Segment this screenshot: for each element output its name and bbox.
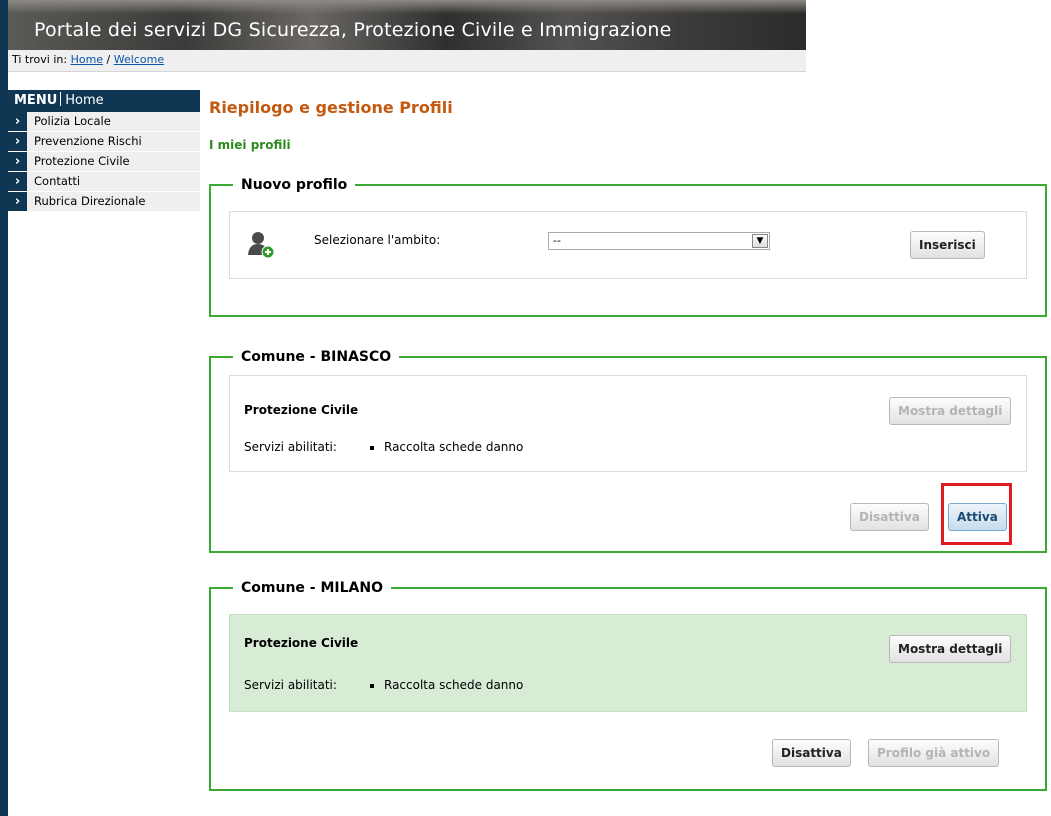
add-user-icon [248,232,275,259]
profile-legend-binasco: Comune - BINASCO [233,348,400,366]
service-list-item: Raccolta schede danno [370,440,523,454]
profile-panel-milano: Protezione Civile Mostra dettagli Serviz… [229,614,1027,712]
scope-select[interactable]: -- ▼ [548,232,770,250]
services-label: Servizi abilitati: [244,678,337,692]
new-profile-panel: Selezionare l'ambito: -- ▼ Inserisci [229,211,1027,279]
sidebar-item-label: Prevenzione Rischi [34,134,142,148]
chevron-right-icon: › [8,152,27,171]
legend-municipality: MILANO [320,580,383,596]
sidebar-item-polizia-locale[interactable]: › Polizia Locale [8,112,200,132]
sidebar-item-rubrica-direzionale[interactable]: › Rubrica Direzionale [8,192,200,212]
show-details-button[interactable]: Mostra dettagli [889,397,1012,425]
show-details-button[interactable]: Mostra dettagli [889,635,1012,663]
deactivate-button[interactable]: Disattiva [850,503,929,531]
sidebar-item-label: Contatti [34,174,81,188]
chevron-right-icon: › [8,192,27,211]
menu-home-link[interactable]: Home [65,93,103,108]
select-scope-label: Selezionare l'ambito: [314,233,441,247]
page-title: Riepilogo e gestione Profili [209,98,453,117]
menu-divider [60,92,62,106]
chevron-right-icon: › [8,112,27,131]
legend-prefix: Comune - [241,349,321,365]
sidebar-item-label: Polizia Locale [34,114,111,128]
legend-prefix: Comune - [241,580,321,596]
menu-header: MENU Home [8,90,200,112]
breadcrumb-prefix: Ti trovi in: [12,53,68,66]
deactivate-button[interactable]: Disattiva [772,739,851,767]
profile-name: Protezione Civile [244,403,359,417]
new-profile-fieldset: Nuovo profilo Selezionare l'ambito: -- ▼… [209,176,1047,317]
sidebar-item-label: Rubrica Direzionale [34,194,146,208]
sidebar-item-protezione-civile[interactable]: › Protezione Civile [8,152,200,172]
profile-fieldset-binasco: Comune - BINASCO Protezione Civile Mostr… [209,348,1047,553]
service-name: Raccolta schede danno [384,440,524,454]
profile-name: Protezione Civile [244,636,359,650]
sidebar-item-label: Protezione Civile [34,154,130,168]
breadcrumb-separator: / [106,53,111,66]
banner-photo [8,0,806,14]
chevron-right-icon: › [8,132,27,151]
service-list-item: Raccolta schede danno [370,678,523,692]
legend-municipality: BINASCO [320,349,392,365]
section-subtitle: I miei profili [209,138,291,152]
profile-legend-milano: Comune - MILANO [233,579,391,597]
sidebar-item-prevenzione-rischi[interactable]: › Prevenzione Rischi [8,132,200,152]
scope-select-value: -- [553,234,561,247]
chevron-down-icon[interactable]: ▼ [752,234,768,248]
menu-title: MENU [14,93,58,108]
insert-button[interactable]: Inserisci [910,231,985,259]
bullet-icon [370,445,374,450]
new-profile-legend: Nuovo profilo [233,176,356,194]
profile-panel-binasco: Protezione Civile Mostra dettagli Serviz… [229,375,1027,472]
service-name: Raccolta schede danno [384,678,524,692]
sidebar-item-contatti[interactable]: › Contatti [8,172,200,192]
chevron-right-icon: › [8,172,27,191]
portal-title: Portale dei servizi DG Sicurezza, Protez… [34,19,672,41]
profile-fieldset-milano: Comune - MILANO Protezione Civile Mostra… [209,579,1047,791]
profile-already-active-button[interactable]: Profilo già attivo [868,739,1000,767]
services-label: Servizi abilitati: [244,440,337,454]
breadcrumb-current-link[interactable]: Welcome [114,53,164,66]
left-edge-bar [0,0,8,816]
activate-button[interactable]: Attiva [948,503,1007,531]
header-banner: Portale dei servizi DG Sicurezza, Protez… [8,0,806,50]
bullet-icon [370,683,374,688]
breadcrumb-home-link[interactable]: Home [71,53,103,66]
breadcrumb: Ti trovi in: Home / Welcome [8,50,806,72]
sidebar-menu: MENU Home › Polizia Locale › Prevenzione … [8,90,200,212]
